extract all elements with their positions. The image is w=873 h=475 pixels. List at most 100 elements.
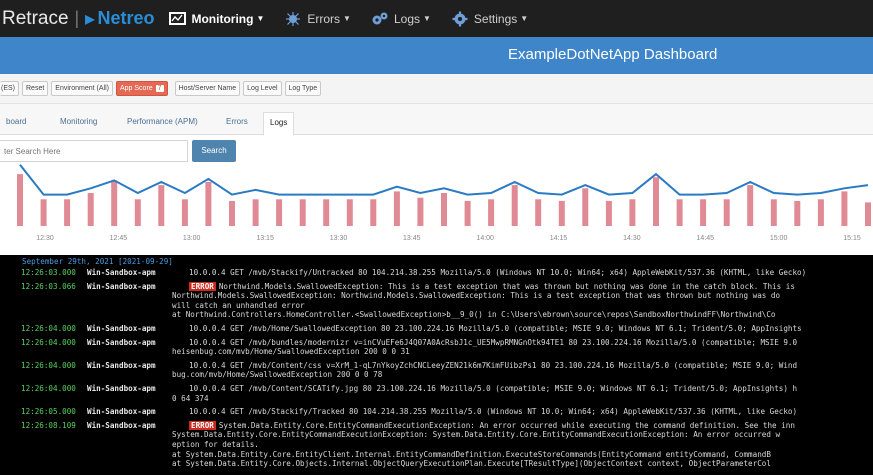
log-timestamp: 12:26:03.066 bbox=[21, 281, 76, 291]
nav-monitoring-label: Monitoring bbox=[191, 11, 254, 26]
log-volume-chart: 12:30 12:45 13:00 13:15 13:30 13:45 14:00 14:15… bbox=[0, 158, 873, 250]
chart-bar[interactable] bbox=[841, 191, 848, 226]
tab-performance[interactable]: Performance (APM) bbox=[121, 112, 204, 136]
chart-bar[interactable] bbox=[464, 200, 471, 226]
top-nav: Retrace | ▶ Netreo Monitoring ▼ Errors ▼… bbox=[0, 0, 873, 37]
chart-bar[interactable] bbox=[747, 185, 754, 226]
chart-bar[interactable] bbox=[700, 199, 707, 226]
chart-bar[interactable] bbox=[229, 200, 235, 226]
log-entry[interactable]: 12:26:04.000 Win-Sandbox-apm 10.0.0.4 GET … bbox=[0, 324, 873, 334]
log-message: 10.0.0.4 GET /mvb/Stackify/Untracked 80 … bbox=[189, 268, 806, 278]
log-timestamp: 12:26:04.000 bbox=[21, 323, 76, 333]
chart-bar[interactable] bbox=[111, 180, 118, 226]
log-continuation: System.Data.Entity.Core.EntityCommandExe… bbox=[172, 430, 781, 440]
log-host: Win-Sandbox-apm bbox=[87, 323, 156, 333]
tab-errors[interactable]: Errors bbox=[220, 112, 254, 136]
log-message: ERROR System.Data.Entity.Core.EntityComma… bbox=[189, 420, 795, 431]
chart-bar[interactable] bbox=[558, 200, 565, 226]
chart-bar[interactable] bbox=[488, 199, 495, 226]
chart-bar[interactable] bbox=[252, 199, 259, 226]
chart-bar[interactable] bbox=[393, 191, 400, 226]
log-entry[interactable]: 12:26:03.066 Win-Sandbox-apm ERROR Northwin… bbox=[0, 281, 873, 292]
chart-bar[interactable] bbox=[417, 197, 424, 226]
log-host: Win-Sandbox-apm bbox=[87, 360, 156, 370]
x-tick-label: 13:45 bbox=[403, 235, 421, 242]
log-continuation: heisenbug.com/mvb/Home/SwallowedExceptio… bbox=[172, 347, 410, 357]
chart-bar[interactable] bbox=[441, 193, 447, 226]
chart-bar[interactable] bbox=[865, 202, 871, 226]
chart-bar[interactable] bbox=[134, 199, 141, 226]
chart-bar[interactable] bbox=[370, 199, 377, 226]
x-tick-label: 15:00 bbox=[770, 235, 788, 242]
tab-dashboard[interactable]: board bbox=[0, 112, 32, 136]
gear-icon bbox=[451, 11, 469, 26]
log-message: 10.0.0.4 GET /mvb/Content/SCATify.jpg 80… bbox=[189, 384, 797, 394]
chart-bar[interactable] bbox=[605, 200, 612, 226]
chart-bar[interactable] bbox=[40, 199, 47, 226]
log-date-header: September 29th, 2021 [2021-09-29] bbox=[22, 257, 173, 266]
log-message-text: 10.0.0.4 GET /mvb/Content/css v=XrM_1-qL… bbox=[189, 360, 798, 370]
log-host: Win-Sandbox-apm bbox=[87, 407, 156, 417]
log-timestamp: 12:26:03.000 bbox=[21, 268, 76, 277]
nav-monitoring[interactable]: Monitoring ▼ bbox=[168, 11, 264, 26]
filter-bar: (ES) Reset Environment (All) App Score 7… bbox=[0, 74, 873, 104]
nav-logs-label: Logs bbox=[393, 11, 420, 26]
log-timestamp: 12:26:04.000 bbox=[21, 360, 76, 370]
chart-bar[interactable] bbox=[817, 199, 824, 226]
environment-filter[interactable]: Environment (All) bbox=[51, 81, 113, 96]
x-tick-label: 14:15 bbox=[550, 235, 568, 242]
chart-bar[interactable] bbox=[653, 177, 659, 226]
log-timestamp: 12:26:04.000 bbox=[21, 337, 76, 347]
chart-bar[interactable] bbox=[582, 188, 589, 226]
bug-icon bbox=[284, 11, 302, 26]
chart-bar[interactable] bbox=[158, 185, 165, 226]
chart-bar[interactable] bbox=[87, 193, 94, 226]
chart-bar[interactable] bbox=[299, 199, 306, 226]
chart-bar[interactable] bbox=[676, 199, 683, 226]
log-message: ERROR Northwind.Models.SwallowedException… bbox=[189, 281, 795, 292]
dashboard-header: ExampleDotNetApp Dashboard bbox=[0, 37, 873, 74]
reset-button[interactable]: Reset bbox=[22, 81, 49, 96]
x-tick-label: 12:30 bbox=[36, 235, 54, 242]
log-type-filter[interactable]: Log Type bbox=[284, 81, 322, 96]
retrace-logo[interactable]: Retrace bbox=[2, 8, 69, 30]
chart-bar[interactable] bbox=[17, 174, 23, 226]
chart-bar[interactable] bbox=[346, 199, 353, 226]
host-filter[interactable]: Host/Server Name bbox=[174, 81, 241, 96]
chart-bar[interactable] bbox=[511, 185, 518, 226]
app-score-filter[interactable]: App Score 7 bbox=[115, 81, 168, 96]
chart-svg: 12:30 12:45 13:00 13:15 13:30 13:45 14:00 14:15… bbox=[17, 164, 871, 242]
chart-bar[interactable] bbox=[64, 199, 71, 226]
chart-bar[interactable] bbox=[181, 199, 188, 226]
log-entry[interactable]: 12:26:05.000 Win-Sandbox-apm 10.0.0.4 GET … bbox=[0, 407, 873, 417]
chart-bar[interactable] bbox=[535, 199, 542, 226]
nav-errors[interactable]: Errors ▼ bbox=[284, 11, 351, 26]
log-message: 10.0.0.4 GET /mvb/bundles/modernizr v=in… bbox=[189, 338, 797, 348]
nav-logs[interactable]: Logs ▼ bbox=[371, 11, 431, 26]
chart-bar[interactable] bbox=[323, 199, 330, 226]
log-entry[interactable]: 12:26:04.000 Win-Sandbox-apm 10.0.0.4 GET … bbox=[0, 361, 873, 371]
filter-es[interactable]: (ES) bbox=[0, 81, 19, 96]
log-host: Win-Sandbox-apm bbox=[87, 337, 156, 347]
log-entry[interactable]: 12:26:08.109 Win-Sandbox-apm ERROR System.D… bbox=[0, 420, 873, 431]
chart-bar[interactable] bbox=[723, 199, 730, 226]
chart-bar[interactable] bbox=[629, 199, 636, 226]
log-message-text: 10.0.0.4 GET /mvb/Home/SwallowedExceptio… bbox=[189, 323, 802, 333]
chart-bar[interactable] bbox=[205, 182, 212, 226]
log-message-text: 10.0.0.4 GET /mvb/bundles/modernizr v=in… bbox=[189, 337, 798, 347]
tab-logs[interactable]: Logs bbox=[263, 112, 295, 136]
nav-settings[interactable]: Settings ▼ bbox=[451, 11, 528, 26]
log-level-filter[interactable]: Log Level bbox=[243, 81, 282, 96]
log-entry[interactable]: 12:26:03.000 Win-Sandbox-apm 10.0.0.4 GET … bbox=[0, 268, 873, 278]
log-host: Win-Sandbox-apm bbox=[87, 268, 156, 277]
chart-bar[interactable] bbox=[276, 199, 283, 226]
chart-bar[interactable] bbox=[794, 200, 801, 226]
log-timestamp: 12:26:05.000 bbox=[21, 407, 76, 417]
log-entry[interactable]: 12:26:04.000 Win-Sandbox-apm 10.0.0.4 GET … bbox=[0, 384, 873, 394]
chart-bar[interactable] bbox=[770, 199, 777, 226]
log-message: 10.0.0.4 GET /mvb/Home/SwallowedExceptio… bbox=[189, 324, 802, 334]
log-entry[interactable]: 12:26:04.000 Win-Sandbox-apm 10.0.0.4 GET … bbox=[0, 338, 873, 348]
log-viewer[interactable]: September 29th, 2021 [2021-09-29] 12:26:… bbox=[0, 255, 873, 475]
tab-monitoring[interactable]: Monitoring bbox=[54, 112, 103, 136]
log-host: Win-Sandbox-apm bbox=[87, 281, 156, 291]
